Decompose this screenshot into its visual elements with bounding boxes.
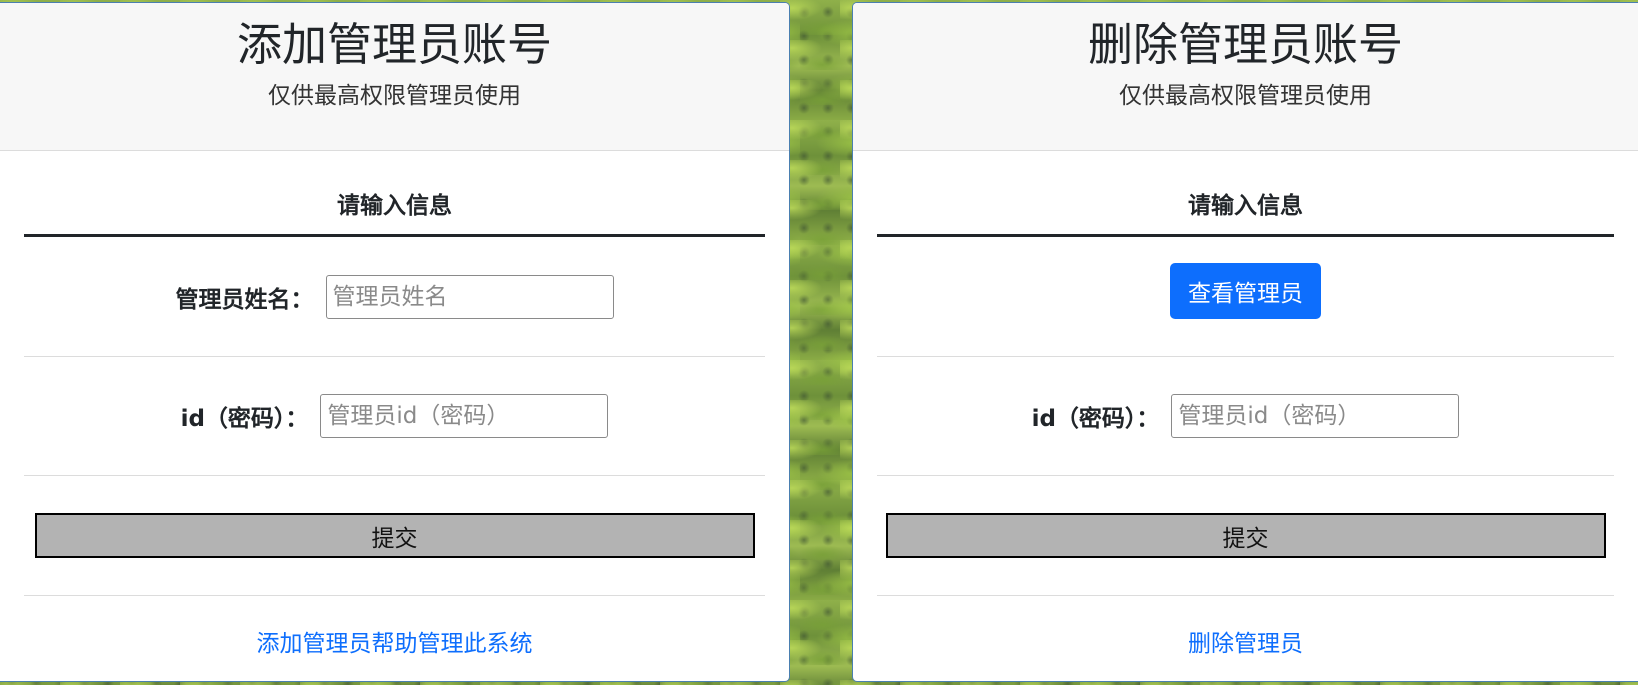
add-admin-section-heading: 请输入信息 — [24, 151, 765, 237]
delete-footer-row: 删除管理员 — [877, 596, 1614, 681]
add-admin-title: 添加管理员账号 — [236, 18, 552, 71]
add-footer-row: 添加管理员帮助管理此系统 — [24, 596, 765, 681]
add-submit-row: 提交 — [24, 476, 765, 596]
delete-admin-panel: 删除管理员账号 仅供最高权限管理员使用 请输入信息 查看管理员 id（密码）： … — [852, 2, 1638, 682]
add-admin-header: 添加管理员账号 仅供最高权限管理员使用 — [0, 3, 789, 151]
delete-admin-section-heading: 请输入信息 — [877, 151, 1614, 237]
delete-admin-title: 删除管理员账号 — [1087, 18, 1403, 71]
admin-id-input[interactable] — [320, 394, 609, 438]
view-admins-button[interactable]: 查看管理员 — [1170, 262, 1321, 319]
view-admins-row: 查看管理员 — [877, 237, 1614, 357]
add-admin-form: 请输入信息 管理员姓名： id（密码）： 提交 添加管理员帮助管理此系统 — [24, 151, 765, 681]
add-admin-help-link[interactable]: 添加管理员帮助管理此系统 — [257, 624, 533, 658]
delete-admin-subtitle: 仅供最高权限管理员使用 — [1119, 83, 1372, 109]
delete-admin-link[interactable]: 删除管理员 — [1188, 624, 1303, 658]
admin-name-row: 管理员姓名： — [24, 237, 765, 357]
delete-id-label: id（密码）： — [1031, 406, 1160, 432]
delete-id-row: id（密码）： — [877, 357, 1614, 476]
admin-id-label: id（密码）： — [180, 406, 309, 432]
delete-submit-button[interactable]: 提交 — [885, 513, 1606, 558]
add-admin-subtitle: 仅供最高权限管理员使用 — [268, 83, 521, 109]
delete-admin-form: 请输入信息 查看管理员 id（密码）： 提交 删除管理员 — [877, 151, 1614, 681]
add-admin-panel: 添加管理员账号 仅供最高权限管理员使用 请输入信息 管理员姓名： id（密码）：… — [0, 2, 790, 682]
delete-admin-header: 删除管理员账号 仅供最高权限管理员使用 — [853, 3, 1638, 151]
admin-name-input[interactable] — [325, 274, 614, 319]
delete-id-input[interactable] — [1171, 394, 1460, 438]
admin-id-row: id（密码）： — [24, 357, 765, 476]
delete-submit-row: 提交 — [877, 476, 1614, 596]
admin-name-label: 管理员姓名： — [175, 286, 314, 313]
add-submit-button[interactable]: 提交 — [34, 513, 755, 558]
